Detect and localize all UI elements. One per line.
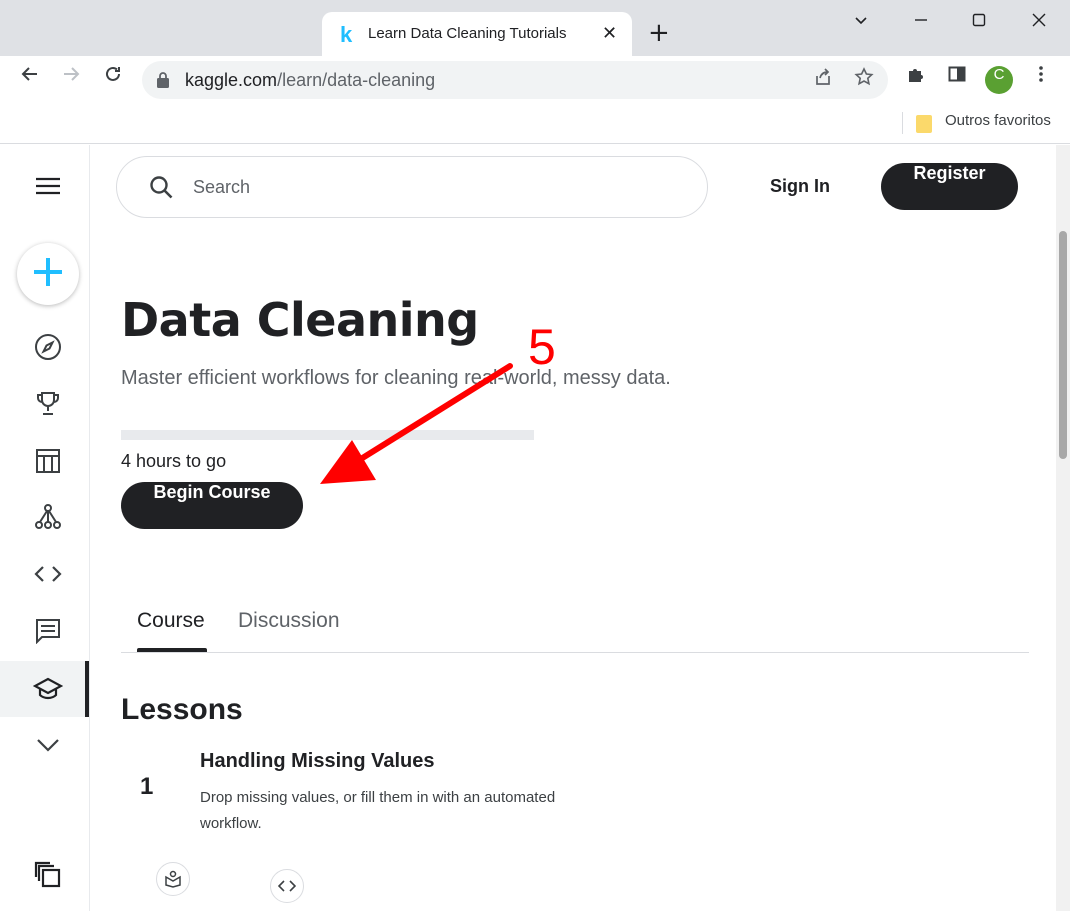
forward-arrow-icon[interactable] <box>55 64 87 96</box>
lesson-title[interactable]: Handling Missing Values <box>200 750 435 773</box>
close-window-icon[interactable] <box>1024 8 1054 38</box>
search-bar[interactable] <box>116 156 708 218</box>
datasets-table-icon[interactable] <box>28 441 68 481</box>
bookmark-star-icon[interactable] <box>851 67 877 93</box>
collapse-sidebar-icon[interactable] <box>28 855 68 895</box>
browser-tab-active[interactable]: k Learn Data Cleaning Tutorials ✕ <box>322 12 632 56</box>
nav-active-indicator <box>85 661 89 717</box>
lessons-heading: Lessons <box>121 693 243 726</box>
create-button[interactable] <box>17 243 79 305</box>
new-tab-button[interactable]: + <box>648 18 670 48</box>
annotation-step-number: 5 <box>528 319 556 375</box>
folder-icon <box>916 115 932 133</box>
tab-search-chevron-icon[interactable] <box>846 8 876 38</box>
lesson-number: 1 <box>140 773 154 800</box>
kaggle-page: Sign In Register Data Cleaning Master ef… <box>0 145 1070 911</box>
scrollbar-thumb[interactable] <box>1059 231 1067 459</box>
trophy-icon[interactable] <box>28 384 68 424</box>
learn-graduation-cap-icon[interactable] <box>28 669 68 709</box>
tab-title: Learn Data Cleaning Tutorials <box>368 25 567 42</box>
extensions-puzzle-icon[interactable] <box>900 64 932 96</box>
sign-in-link[interactable]: Sign In <box>770 176 830 197</box>
address-bar[interactable]: kaggle.com/learn/data-cleaning <box>142 61 888 99</box>
tab-discussion[interactable]: Discussion <box>238 609 340 633</box>
compass-icon[interactable] <box>28 327 68 367</box>
course-progress-bar <box>121 430 534 440</box>
bookmarks-divider <box>902 112 903 134</box>
models-network-icon[interactable] <box>28 497 68 537</box>
search-icon <box>149 175 175 205</box>
bookmarks-bar: Outros favoritos <box>0 104 1070 144</box>
kaggle-favicon-icon: k <box>340 22 353 47</box>
browser-toolbar: kaggle.com/learn/data-cleaning C <box>0 56 1070 104</box>
lock-icon <box>156 71 170 93</box>
maximize-window-icon[interactable] <box>964 8 994 38</box>
tabs-divider <box>121 652 1029 653</box>
expand-more-chevron-icon[interactable] <box>28 725 68 765</box>
begin-course-button[interactable]: Begin Course <box>121 482 303 529</box>
left-navigation <box>0 145 90 911</box>
exercise-code-icon[interactable] <box>270 869 304 903</box>
discussion-icon[interactable] <box>28 611 68 651</box>
browser-tab-strip: k Learn Data Cleaning Tutorials ✕ + <box>0 0 1070 56</box>
reload-icon[interactable] <box>97 64 129 96</box>
minimize-window-icon[interactable] <box>906 8 936 38</box>
register-button[interactable]: Register <box>881 163 1018 210</box>
share-icon[interactable] <box>810 67 836 93</box>
back-arrow-icon[interactable] <box>14 64 46 96</box>
profile-avatar[interactable]: C <box>985 66 1013 94</box>
tab-close-icon[interactable]: ✕ <box>602 23 617 44</box>
browser-menu-icon[interactable] <box>1025 64 1057 96</box>
page-scrollbar[interactable] <box>1056 145 1070 911</box>
hamburger-menu-icon[interactable] <box>28 166 68 206</box>
tab-course[interactable]: Course <box>137 609 205 633</box>
plus-icon <box>32 256 64 292</box>
course-subtitle: Master efficient workflows for cleaning … <box>121 367 671 389</box>
course-title: Data Cleaning <box>121 293 479 347</box>
code-icon[interactable] <box>28 554 68 594</box>
tutorial-book-icon[interactable] <box>156 862 190 896</box>
url-text: kaggle.com/learn/data-cleaning <box>185 70 436 90</box>
search-input[interactable] <box>193 172 673 202</box>
side-panel-icon[interactable] <box>941 64 973 96</box>
time-remaining: 4 hours to go <box>121 451 227 471</box>
lesson-description: Drop missing values, or fill them in wit… <box>200 789 556 832</box>
bookmark-folder-other[interactable]: Outros favoritos <box>945 112 1051 129</box>
